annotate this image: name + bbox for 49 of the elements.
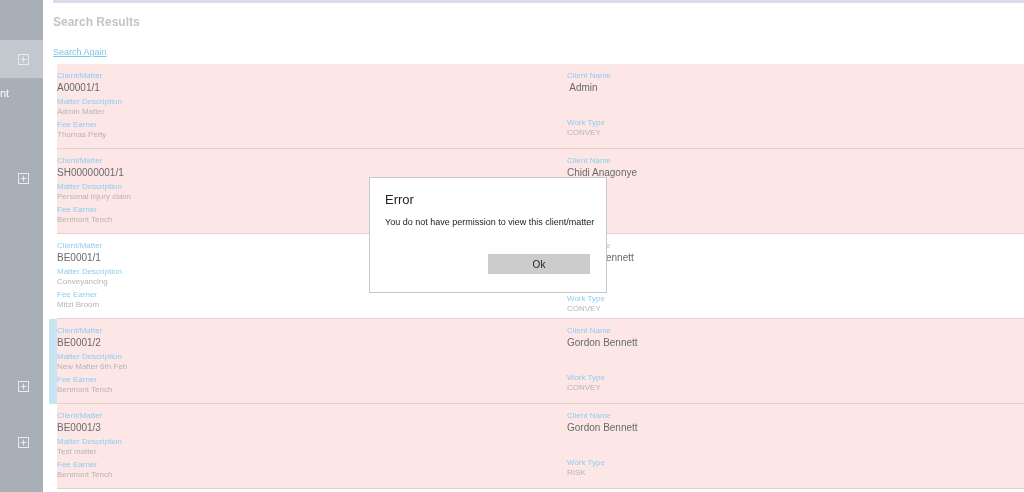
field-label: Matter Description bbox=[57, 182, 122, 192]
field-value: BE0001/1 bbox=[57, 251, 101, 264]
field-value: Conveyancing bbox=[57, 277, 108, 287]
field-label: Client Name bbox=[567, 326, 611, 336]
field-value: BE0001/2 bbox=[57, 336, 101, 349]
field-value: New Matter 6th Feb bbox=[57, 362, 128, 372]
field-label: Matter Description bbox=[57, 437, 122, 447]
field-label: Client Name bbox=[567, 156, 611, 166]
field-label: Work Type bbox=[567, 118, 605, 128]
field-value: Test matter bbox=[57, 447, 97, 457]
field-label: Fee Earner bbox=[57, 375, 98, 385]
field-value: Admin Matter bbox=[57, 107, 105, 117]
field-label: Fee Earner bbox=[57, 120, 98, 130]
field-value: Benmont Tench bbox=[57, 385, 113, 395]
field-label: Client/Matter bbox=[57, 411, 103, 421]
field-label: Client Name bbox=[567, 411, 611, 421]
field-label: Fee Earner bbox=[57, 290, 98, 300]
field-value: Admin bbox=[568, 81, 598, 94]
field-label: Client/Matter bbox=[57, 156, 103, 166]
field-value: Chidi Anagonye bbox=[567, 166, 638, 179]
field-value: Benmont Tench bbox=[57, 215, 113, 225]
field-label: Fee Earner bbox=[57, 205, 98, 215]
field-label: Work Type bbox=[567, 373, 605, 383]
field-value: A00001/1 bbox=[57, 81, 100, 94]
field-label: Work Type bbox=[567, 458, 605, 468]
field-label: Client Name bbox=[567, 71, 611, 81]
field-value: CONVEY bbox=[567, 128, 601, 138]
field-value: Personal injury claim bbox=[57, 192, 131, 202]
field-label: Matter Description bbox=[57, 352, 122, 362]
field-label: Matter Description bbox=[57, 267, 122, 277]
field-label: Fee Earner bbox=[57, 460, 98, 470]
field-value: Benmont Tench bbox=[57, 470, 113, 480]
dialog-title: Error bbox=[385, 191, 415, 209]
field-value: CONVEY bbox=[567, 383, 601, 393]
field-value: Mitzi Broom bbox=[57, 300, 100, 310]
field-value: SH00000001/1 bbox=[57, 166, 124, 179]
field-value: Gordon Bennett bbox=[567, 336, 638, 349]
field-value: BE0001/3 bbox=[57, 421, 101, 434]
field-label: Client/Matter bbox=[57, 71, 103, 81]
field-value: CONVEY bbox=[567, 304, 601, 314]
field-label: Client/Matter bbox=[57, 241, 103, 251]
field-label: Work Type bbox=[567, 294, 605, 304]
field-label: Matter Description bbox=[57, 97, 122, 107]
page-title: Search Results bbox=[53, 14, 141, 31]
field-value: RISK bbox=[567, 468, 586, 478]
field-label: Client/Matter bbox=[57, 326, 103, 336]
field-value: Gordon Bennett bbox=[567, 421, 638, 434]
field-value: Thomas Petty bbox=[57, 130, 107, 140]
field-value: ennett bbox=[606, 251, 634, 264]
